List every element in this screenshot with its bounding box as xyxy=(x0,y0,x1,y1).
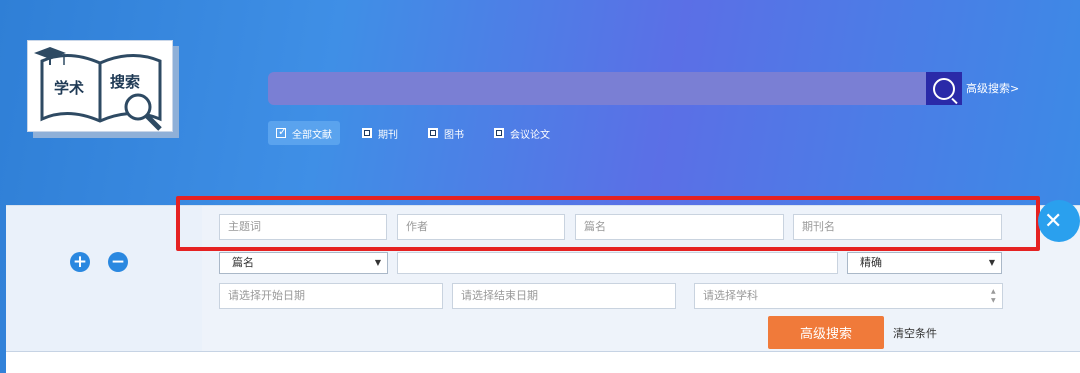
search-icon xyxy=(933,77,955,100)
filter-book[interactable]: 图书 xyxy=(420,121,472,145)
filter-all[interactable]: ✓ 全部文献 xyxy=(268,121,340,145)
search-input[interactable] xyxy=(268,72,926,105)
logo-text-right: 搜索 xyxy=(110,73,141,91)
filter-journal[interactable]: 期刊 xyxy=(354,121,406,145)
filter-label: 会议论文 xyxy=(510,129,550,141)
panel-left: + − xyxy=(6,206,202,351)
chevron-down-icon: ▼ xyxy=(374,258,381,267)
checkbox-checked-icon[interactable]: ✓ xyxy=(276,126,287,138)
close-symbol: ✕ xyxy=(1044,208,1063,234)
advanced-search-button[interactable]: 高级搜索 xyxy=(768,316,884,349)
search-button[interactable] xyxy=(926,72,962,105)
clear-conditions-link[interactable]: 清空条件 xyxy=(893,325,937,341)
match-select-value: 精确 xyxy=(860,256,882,269)
spinner-icon[interactable]: ▲ ▼ xyxy=(991,287,999,305)
add-row-button[interactable]: + xyxy=(70,252,90,272)
chevron-down-icon: ▼ xyxy=(988,258,995,267)
checkbox-icon[interactable] xyxy=(362,128,372,138)
field-select-value: 篇名 xyxy=(232,256,254,269)
filter-label: 图书 xyxy=(444,129,464,141)
filter-label: 全部文献 xyxy=(292,129,332,141)
logo-text-left: 学术 xyxy=(54,79,85,97)
match-select[interactable]: 精确 ▼ xyxy=(847,252,1002,274)
checkbox-icon[interactable] xyxy=(428,128,438,138)
site-logo[interactable]: 学术 搜索 xyxy=(27,40,173,132)
advanced-search-link[interactable]: 高级搜索> xyxy=(966,80,1019,96)
checkbox-icon[interactable] xyxy=(494,128,504,138)
highlight-box xyxy=(176,196,1040,251)
subject-field-placeholder: 请选择学科 xyxy=(703,289,758,302)
filter-label: 期刊 xyxy=(378,129,398,141)
remove-row-button[interactable]: − xyxy=(108,252,128,272)
field-select[interactable]: 篇名 ▼ xyxy=(219,252,388,274)
filter-bar: ✓ 全部文献 期刊 图书 会议论文 xyxy=(268,121,572,145)
close-icon[interactable]: ✕ xyxy=(1038,200,1080,242)
term-input[interactable] xyxy=(397,252,838,274)
book-magnifier-icon xyxy=(34,47,162,131)
end-date-field[interactable]: 请选择结束日期 xyxy=(452,283,676,309)
filter-conference[interactable]: 会议论文 xyxy=(486,121,558,145)
start-date-field[interactable]: 请选择开始日期 xyxy=(219,283,443,309)
search-bar xyxy=(268,72,962,105)
panel-bottom xyxy=(6,351,1080,373)
subject-field[interactable]: 请选择学科 ▲ ▼ xyxy=(694,283,1003,309)
